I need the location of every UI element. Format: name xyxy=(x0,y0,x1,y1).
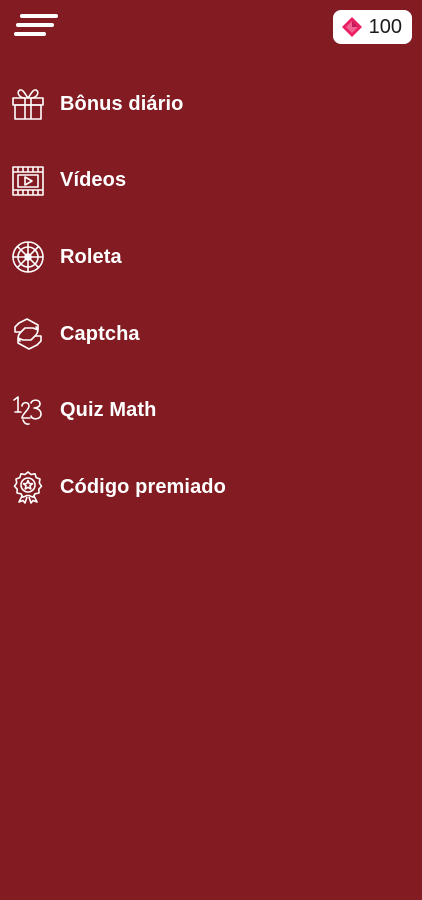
menu-item-daily-bonus[interactable]: Bônus diário xyxy=(0,66,422,143)
points-badge[interactable]: 100 xyxy=(332,10,412,44)
menu-item-videos[interactable]: Vídeos xyxy=(0,143,422,220)
menu-item-label: Roleta xyxy=(60,245,122,268)
math-numbers-icon xyxy=(10,393,46,429)
gift-icon xyxy=(10,86,46,122)
menu-item-prize-code[interactable]: Código premiado xyxy=(0,449,422,526)
captcha-icon xyxy=(10,316,46,352)
pink-gem-icon xyxy=(341,16,363,38)
menu-item-label: Captcha xyxy=(60,322,140,345)
menu-item-quiz-math[interactable]: Quiz Math xyxy=(0,372,422,449)
menu-item-captcha[interactable]: Captcha xyxy=(0,296,422,373)
menu-item-label: Vídeos xyxy=(60,169,127,192)
hamburger-menu-icon[interactable] xyxy=(14,12,62,44)
menu-item-label: Código premiado xyxy=(60,475,226,498)
roulette-wheel-icon xyxy=(10,239,46,275)
video-film-icon xyxy=(10,163,46,199)
points-value: 100 xyxy=(368,15,402,38)
main-menu: Bônus diário Vídeos Roleta Captcha Quiz … xyxy=(0,66,422,526)
menu-item-label: Quiz Math xyxy=(60,399,157,422)
award-badge-icon xyxy=(10,469,46,505)
menu-item-label: Bônus diário xyxy=(60,92,184,115)
top-bar: 100 xyxy=(0,0,422,56)
menu-item-roulette[interactable]: Roleta xyxy=(0,219,422,296)
